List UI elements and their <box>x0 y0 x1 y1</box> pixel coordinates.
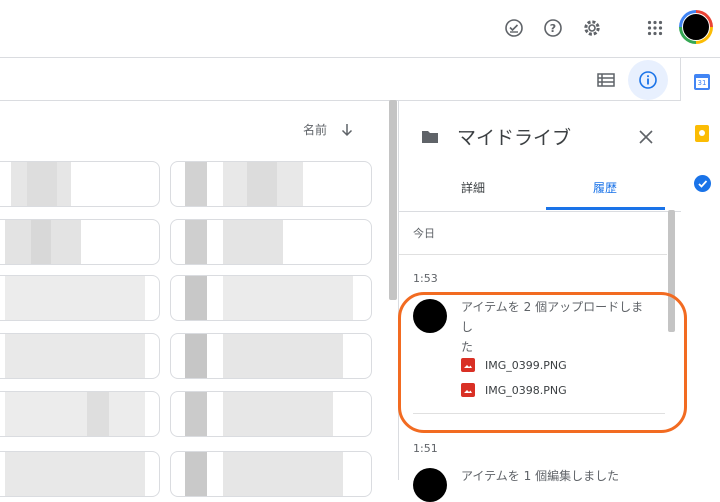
top-bar: ? <box>0 0 720 58</box>
activity-time: 1:51 <box>413 442 438 455</box>
details-title: マイドライブ <box>457 127 572 149</box>
file-card[interactable] <box>0 451 160 497</box>
avatar-image <box>682 13 710 41</box>
activity-avatar <box>413 468 447 502</box>
help-icon[interactable]: ? <box>533 8 573 48</box>
file-card[interactable] <box>170 333 372 379</box>
arrow-down-icon <box>341 123 353 136</box>
file-card[interactable] <box>0 219 160 265</box>
calendar-icon[interactable]: 31 <box>694 74 710 90</box>
details-header: マイドライブ 詳細 履歴 <box>399 101 681 212</box>
file-card[interactable] <box>170 219 372 265</box>
file-card[interactable] <box>0 275 160 321</box>
tab-activity[interactable]: 履歴 <box>593 179 617 196</box>
info-icon[interactable] <box>628 60 668 100</box>
highlight-annotation <box>398 292 687 433</box>
svg-text:?: ? <box>550 22 556 35</box>
file-card[interactable] <box>170 275 372 321</box>
keep-icon[interactable] <box>695 125 709 142</box>
file-card[interactable] <box>0 161 160 207</box>
close-icon[interactable] <box>635 126 657 148</box>
activity-time: 1:53 <box>413 272 438 285</box>
view-toolbar <box>0 58 680 101</box>
file-card[interactable] <box>0 333 160 379</box>
settings-icon[interactable] <box>572 8 612 48</box>
file-grid-area: 名前 <box>0 101 398 497</box>
sort-control[interactable]: 名前 <box>303 121 353 138</box>
activity-text-line1: アイテムを 1 個編集しました <box>461 469 620 483</box>
account-avatar[interactable] <box>679 10 713 44</box>
list-view-icon[interactable] <box>586 60 626 100</box>
task-check-icon[interactable] <box>494 8 534 48</box>
folder-icon <box>422 131 438 143</box>
file-card[interactable] <box>0 391 160 437</box>
section-today-label: 今日 <box>413 227 435 240</box>
tasks-icon[interactable] <box>694 175 711 192</box>
files-scrollbar[interactable] <box>389 100 397 300</box>
sort-label: 名前 <box>303 123 328 137</box>
tab-details[interactable]: 詳細 <box>461 179 485 196</box>
file-card[interactable] <box>170 391 372 437</box>
file-card[interactable] <box>170 451 372 497</box>
file-card[interactable] <box>170 161 372 207</box>
apps-grid-icon[interactable] <box>635 8 675 48</box>
activity-description: アイテムを 1 個編集しました <box>461 466 651 486</box>
divider <box>399 254 667 255</box>
side-app-rail: 31 <box>680 58 720 480</box>
active-tab-indicator <box>546 207 665 210</box>
